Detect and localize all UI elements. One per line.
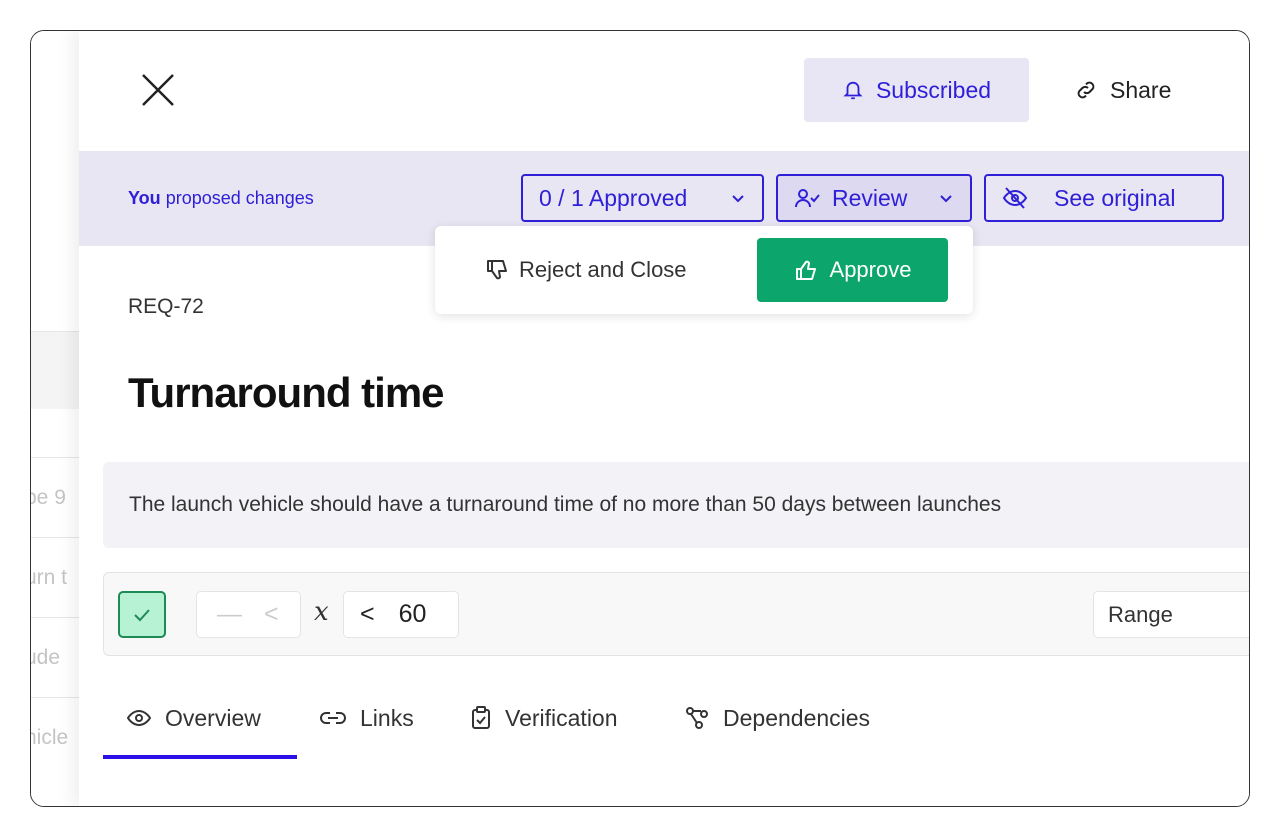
variable-label: x [314,597,329,627]
requirement-id: REQ-72 [128,295,204,318]
active-tab-indicator [103,755,297,759]
see-original-button[interactable]: See original [984,174,1224,222]
criteria-checkbox[interactable] [118,591,166,638]
subscribed-label: Subscribed [875,76,992,103]
tab-overview[interactable]: Overview [127,694,261,742]
tab-verification[interactable]: Verification [471,694,618,742]
tab-links[interactable]: Links [320,694,414,742]
proposal-text: proposed changes [165,188,314,208]
approved-label: 0 / 1 Approved [539,184,688,211]
user-check-icon [795,189,820,208]
upper-value: 60 [398,600,427,628]
thumbs-up-icon [795,260,816,280]
upper-bound-field[interactable]: < 60 [343,591,459,638]
dependencies-icon [686,707,708,729]
tab-label: Verification [505,704,618,731]
bell-icon [843,81,863,100]
eye-off-icon [1002,187,1028,209]
approve-button[interactable]: Approve [757,238,948,302]
chevron-down-icon [732,195,744,203]
proposal-author: You [128,188,161,208]
chevron-down-icon [940,195,952,203]
close-icon [142,74,174,106]
upper-operator: < [360,600,375,628]
close-button[interactable] [141,73,175,107]
window: be 9 urn t ude hicle Subscribed Share Yo… [30,30,1250,807]
link-icon [1077,81,1095,99]
thumbs-down-icon [487,260,507,280]
requirement-description[interactable]: The launch vehicle should have a turnaro… [103,462,1249,548]
approve-label: Approve [829,257,912,282]
lower-bound-field[interactable]: — < [196,591,301,638]
tab-label: Dependencies [723,704,871,731]
see-original-label: See original [1054,184,1176,211]
page-title: Turnaround time [128,369,445,416]
proposal-status: You proposed changes [128,188,314,209]
lower-operator: < [264,600,279,628]
clipboard-check-icon [472,706,490,729]
tab-label: Overview [165,704,261,731]
detail-panel: Subscribed Share You proposed changes 0 … [79,31,1249,806]
share-label: Share [1110,76,1172,103]
reject-and-close-button[interactable]: Reject and Close [485,248,687,292]
tab-label: Links [360,704,414,731]
share-button[interactable]: Share [1074,58,1171,122]
reject-label: Reject and Close [519,257,687,282]
lower-value: — [217,600,242,628]
check-icon [134,608,150,621]
approved-dropdown[interactable]: 0 / 1 Approved [521,174,764,222]
review-label: Review [832,184,908,211]
criteria-type-select[interactable]: Range [1093,591,1249,638]
review-dropdown[interactable]: Review [776,174,972,222]
subscribed-button[interactable]: Subscribed [804,58,1029,122]
link-icon [320,712,346,724]
eye-icon [127,709,151,727]
tab-dependencies[interactable]: Dependencies [685,694,870,742]
review-menu: Reject and Close Approve [435,226,973,314]
criteria-row: — < x < 60 Range [103,572,1249,656]
